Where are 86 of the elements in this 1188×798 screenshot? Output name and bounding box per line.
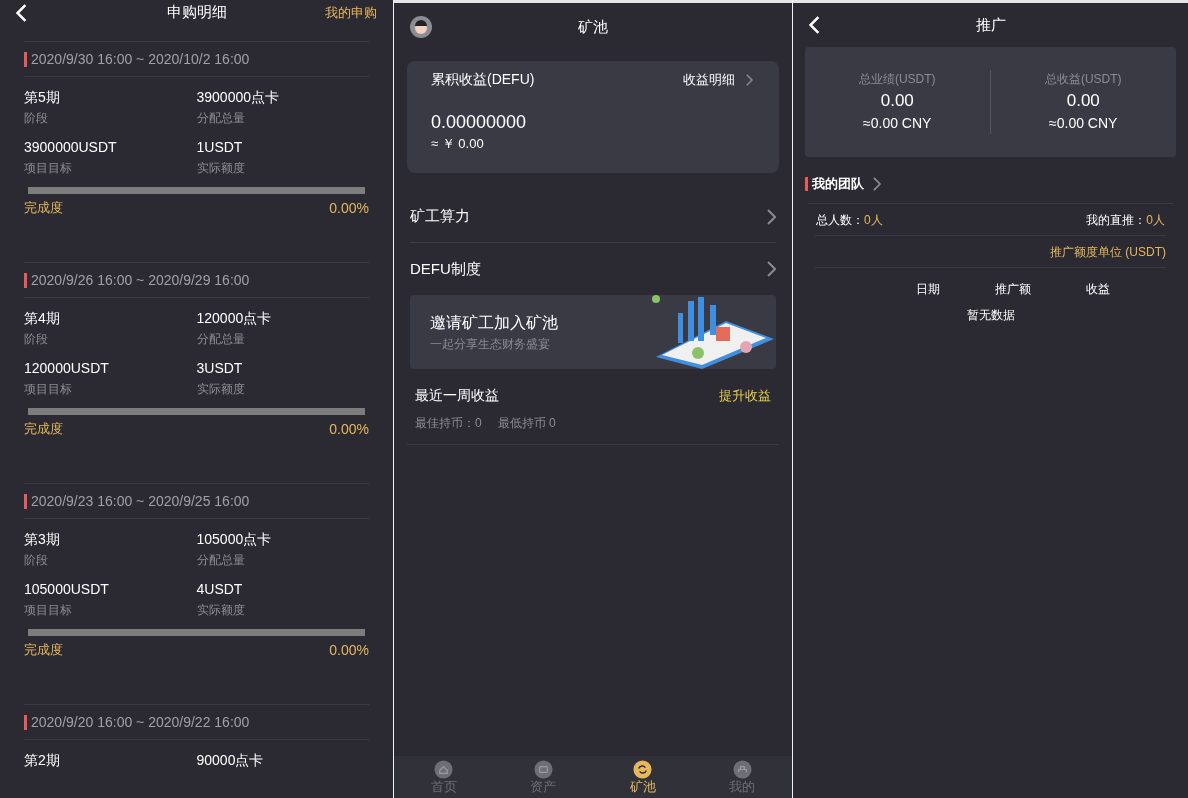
accent-bar [24, 51, 27, 67]
chevron-right-icon [766, 261, 776, 277]
back-icon[interactable] [16, 3, 28, 22]
section-title[interactable]: 我的团队 [812, 174, 864, 194]
card-title: 累积收益(DEFU) [431, 70, 535, 89]
tab-bar-item[interactable]: 矿池 [593, 756, 693, 798]
accent-bar [805, 177, 808, 191]
field-label: 阶段 [24, 331, 49, 348]
field-label: 实际额度 [196, 381, 246, 398]
field-value: 3900000点卡 [196, 88, 280, 107]
total-label: 总人数： [816, 211, 864, 229]
progress-label: 完成度 [24, 420, 63, 438]
section-title: 最近一周收益 [415, 386, 499, 405]
field-label: 分配总量 [196, 110, 246, 127]
stat-label: 总业绩(USDT) [858, 70, 936, 88]
stat-value: 0.00 [1066, 89, 1100, 112]
field-value: 第2期 [24, 751, 61, 770]
field-value: 120000点卡 [196, 309, 273, 328]
accent-bar [24, 493, 27, 509]
unit-note: 推广额度单位 (USDT) [1050, 243, 1166, 261]
column-header: 收益 [1084, 281, 1111, 298]
total-value: 0人 [864, 211, 883, 229]
page-title: 申购明细 [166, 2, 227, 23]
progress-reading: 0.00% [329, 199, 369, 218]
field-value: 4USDT [196, 580, 244, 599]
field-value: 第4期 [24, 309, 61, 328]
period-date: 2020/9/26 16:00 ~ 2020/9/29 16:00 [31, 270, 250, 290]
period-date: 2020/9/20 16:00 ~ 2020/9/22 16:00 [31, 712, 250, 732]
field-value: 第5期 [24, 88, 61, 107]
field-label: 实际额度 [196, 602, 246, 619]
field-value: 105000USDT [24, 580, 110, 599]
menu-item[interactable]: DEFU制度 [410, 243, 776, 295]
field-value: 3900000USDT [24, 138, 118, 157]
earnings-approx: ≈ ￥ 0.00 [431, 135, 485, 153]
accent-bar [24, 272, 27, 288]
page-title: 推广 [975, 14, 1006, 35]
user-icon [732, 759, 752, 779]
progress-label: 完成度 [24, 199, 63, 217]
stat-approx: ≈0.00 CNY [863, 114, 932, 134]
field-value: 1USDT [196, 138, 244, 157]
field-label: 阶段 [24, 110, 49, 127]
empty-state: 暂无数据 [966, 307, 1015, 324]
progress-reading: 0.00% [329, 420, 369, 439]
field-value: 90000点卡 [196, 751, 265, 770]
direct-value: 0人 [1146, 211, 1165, 229]
field-label: 项目目标 [24, 381, 73, 398]
invite-banner[interactable]: 邀请矿工加入矿池 一起分享生态财务盛宴 [410, 295, 776, 369]
field-value: 120000USDT [24, 359, 110, 378]
chevron-right-icon [766, 208, 776, 225]
field-label: 项目目标 [24, 602, 73, 619]
chevron-right-icon [743, 73, 755, 86]
refresh-icon [633, 759, 653, 779]
field-label: 分配总量 [196, 331, 246, 348]
field-label: 阶段 [24, 552, 49, 569]
my-subscription-link[interactable]: 我的申购 [325, 2, 377, 23]
page-title: 矿池 [578, 16, 608, 37]
field-label: 项目目标 [24, 160, 73, 177]
stat-label: 总收益(USDT) [1044, 70, 1122, 88]
period-date: 2020/9/23 16:00 ~ 2020/9/25 16:00 [31, 491, 250, 511]
stat-approx: ≈0.00 CNY [1049, 114, 1118, 134]
menu-item[interactable]: 矿工算力 [410, 191, 776, 243]
wallet-icon [533, 759, 553, 779]
period-date: 2020/9/30 16:00 ~ 2020/10/2 16:00 [31, 49, 250, 69]
avatar-icon[interactable] [410, 16, 432, 38]
chevron-right-icon [872, 177, 881, 191]
best-holding: 最佳持币：0 [415, 415, 482, 432]
progress-reading: 0.00% [329, 641, 369, 660]
column-header: 推广额 [993, 281, 1032, 298]
earnings-amount: 0.00000000 [431, 111, 528, 134]
field-label: 分配总量 [196, 552, 246, 569]
accent-bar [24, 714, 27, 730]
earnings-detail-link[interactable]: 收益明细 [683, 69, 735, 90]
boost-earnings-link[interactable]: 提升收益 [719, 385, 771, 406]
field-label: 实际额度 [196, 160, 246, 177]
stat-value: 0.00 [880, 89, 914, 112]
banner-subtitle: 一起分享生态财务盛宴 [430, 336, 551, 353]
field-value: 第3期 [24, 530, 61, 549]
field-value: 3USDT [196, 359, 244, 378]
column-header: 日期 [914, 281, 941, 298]
field-value: 105000点卡 [196, 530, 273, 549]
back-icon[interactable] [809, 16, 821, 34]
direct-label: 我的直推： [1086, 211, 1147, 229]
home-icon [434, 759, 454, 779]
progress-label: 完成度 [24, 641, 63, 659]
banner-title: 邀请矿工加入矿池 [430, 313, 558, 333]
lowest-holding: 最低持币 0 [497, 415, 556, 432]
